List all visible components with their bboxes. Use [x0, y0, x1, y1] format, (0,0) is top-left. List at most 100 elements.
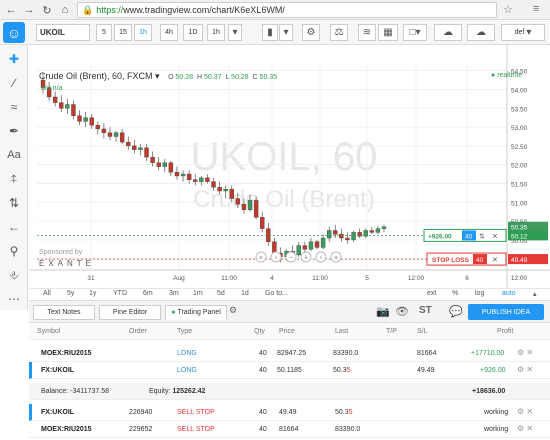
table-row[interactable]: FX:UKOIL LONG 40 50.1185 50.35 49.49 +92… [29, 362, 550, 379]
ohlc-readout: O 50.28 H 50.37 L 50.28 C 50.35 [168, 74, 278, 81]
table-row[interactable]: MOEX:RIU2015 229652 SELL STOP 40 81664 8… [29, 421, 550, 438]
tradingview-logo-icon[interactable]: ☺ [3, 22, 25, 43]
symbol-search-input[interactable]: UKOIL [36, 24, 90, 41]
candle-body [223, 188, 228, 192]
tf-5d[interactable]: 5d [217, 290, 225, 297]
tf-1d[interactable]: 1d [241, 290, 249, 297]
pattern-icon[interactable]: ⍏ [3, 169, 25, 189]
candle-body [308, 241, 314, 250]
brush-icon[interactable]: ✒ [3, 121, 25, 141]
legend-symbol[interactable]: Crude Oil (Brent), 60, FXCM [39, 71, 153, 81]
log-toggle[interactable]: log [475, 290, 484, 297]
price-tick-label: 51.50 [511, 181, 528, 188]
tf-6m[interactable]: 6m [143, 290, 153, 297]
candles-style-icon[interactable]: ▮ [262, 24, 278, 41]
col-qty[interactable]: Qty [254, 328, 265, 335]
tf-1y[interactable]: 1y [89, 290, 96, 297]
arrow-left-icon[interactable]: ← [3, 217, 25, 237]
table-header-row: Symbol Order Type Qty Price Last T/P S/L… [29, 323, 550, 340]
text-tool-icon[interactable]: Aa [3, 145, 25, 165]
interval-selector-button[interactable]: 1h [207, 24, 225, 41]
candle-body [272, 241, 277, 254]
indicators-icon[interactable]: ≋ [358, 24, 376, 41]
expand-panel-icon[interactable]: ▴ [533, 290, 537, 298]
tf-ytd[interactable]: YTD [113, 290, 127, 297]
row-order: 226940 [129, 409, 153, 416]
stocktwits-icon[interactable]: ST [419, 305, 432, 316]
stop-loss-label: STOP LOSS [432, 257, 470, 264]
interval-4h-button[interactable]: 4h [160, 24, 178, 41]
zoom-icon[interactable]: ⚲ [3, 241, 25, 261]
chart-nav-glyph: + [304, 255, 308, 262]
interval-dropdown-icon[interactable]: ▾ [228, 24, 242, 41]
tf-all[interactable]: All [43, 290, 51, 297]
candle-body [138, 147, 143, 150]
back-icon[interactable]: ← [4, 3, 18, 17]
row-actions[interactable]: ⚙ ✕ [517, 424, 533, 433]
candle-body [186, 173, 192, 180]
tf-1m[interactable]: 1m [193, 290, 203, 297]
chart-area[interactable]: UKOIL, 60 Crude Oil (Brent) 54.50 54.00 53… [29, 45, 550, 288]
col-tp[interactable]: T/P [386, 328, 397, 335]
templates-icon[interactable]: ▦ [378, 24, 398, 41]
row-symbol: FX:UKOIL [41, 367, 75, 374]
publish-idea-button[interactable]: PUBLISH IDEA [468, 304, 544, 320]
candle-body [132, 145, 137, 150]
table-row[interactable]: MOEX:RIU2015 LONG 40 82947.25 83390.0 81… [29, 345, 550, 362]
auto-toggle[interactable]: auto [502, 290, 516, 297]
home-icon[interactable]: ⌂ [58, 3, 72, 17]
style-dropdown-icon[interactable]: ▾ [279, 24, 293, 41]
forward-icon[interactable]: → [22, 3, 36, 17]
bookmark-star-icon[interactable]: ☆ [503, 3, 513, 16]
cloud-load-icon[interactable]: ☁ [467, 24, 495, 41]
more-tools-icon[interactable]: ⋯ [3, 289, 25, 309]
row-actions[interactable]: ⚙ ✕ [517, 365, 533, 374]
address-bar[interactable]: 🔒 https://www.tradingview.com/chart/K6eX… [77, 2, 497, 18]
fib-retracement-icon[interactable]: ≈ [3, 97, 25, 117]
settings-gear-icon[interactable]: ⚙ [302, 24, 320, 41]
goto-date-button[interactable]: Go to... [265, 290, 288, 297]
trend-line-icon[interactable]: ∕ [3, 73, 25, 93]
layout-selector-button[interactable]: def ▾ [501, 24, 545, 41]
panel-settings-gear-icon[interactable]: ⚙ [229, 305, 237, 316]
tab-text-notes[interactable]: Text Notes [33, 305, 95, 320]
sponsor-name[interactable]: EXANTE [39, 259, 95, 268]
cloud-save-icon[interactable]: ☁ [434, 24, 462, 41]
eye-icon[interactable]: 👁 [395, 305, 409, 318]
col-symbol[interactable]: Symbol [37, 328, 60, 335]
chart-legend[interactable]: Crude Oil (Brent), 60, FXCM ▾ O 50.28 H … [39, 71, 277, 82]
tab-trading-panel[interactable]: ● Trading Panel [165, 305, 227, 320]
interval-5-button[interactable]: 5 [96, 24, 112, 41]
tf-3m[interactable]: 3m [169, 290, 179, 297]
tab-pine-editor[interactable]: Pine Editor [99, 305, 161, 320]
color-picker-button[interactable]: □▾ [403, 24, 427, 41]
compare-icon[interactable]: ⚖ [330, 24, 348, 41]
interval-15-button[interactable]: 15 [114, 24, 132, 41]
row-profit: +17710.00 [471, 350, 505, 357]
lock-drawings-icon[interactable]: ⎀ [3, 265, 25, 285]
position-qty: 40 [465, 233, 473, 240]
camera-icon[interactable]: 📷 [376, 305, 390, 318]
row-actions[interactable]: ⚙ ✕ [517, 407, 533, 416]
col-sl[interactable]: S/L [417, 328, 428, 335]
crosshair-icon[interactable]: ✚ [3, 49, 25, 69]
col-type[interactable]: Type [177, 328, 192, 335]
col-last[interactable]: Last [335, 328, 348, 335]
row-actions[interactable]: ⚙ ✕ [517, 348, 533, 357]
col-order[interactable]: Order [129, 328, 147, 335]
share-icon[interactable]: 💬 [449, 305, 463, 318]
ext-toggle[interactable]: ext [427, 290, 436, 297]
interval-1h-button[interactable]: 1h [134, 24, 152, 41]
candle-body [326, 230, 332, 239]
prediction-icon[interactable]: ⇅ [3, 193, 25, 213]
table-row[interactable]: FX:UKOIL 226940 SELL STOP 40 49.49 50.35… [29, 404, 550, 421]
reload-icon[interactable]: ↻ [40, 3, 54, 17]
chart-nav-glyph: − [289, 255, 293, 262]
tf-5y[interactable]: 5y [67, 290, 74, 297]
col-price[interactable]: Price [279, 328, 295, 335]
col-profit[interactable]: Profit [497, 328, 513, 335]
realtime-label: realtime [497, 72, 523, 79]
browser-menu-icon[interactable]: ≡ [533, 3, 539, 15]
percent-toggle[interactable]: % [452, 290, 458, 297]
interval-1d-button[interactable]: 1D [183, 24, 203, 41]
